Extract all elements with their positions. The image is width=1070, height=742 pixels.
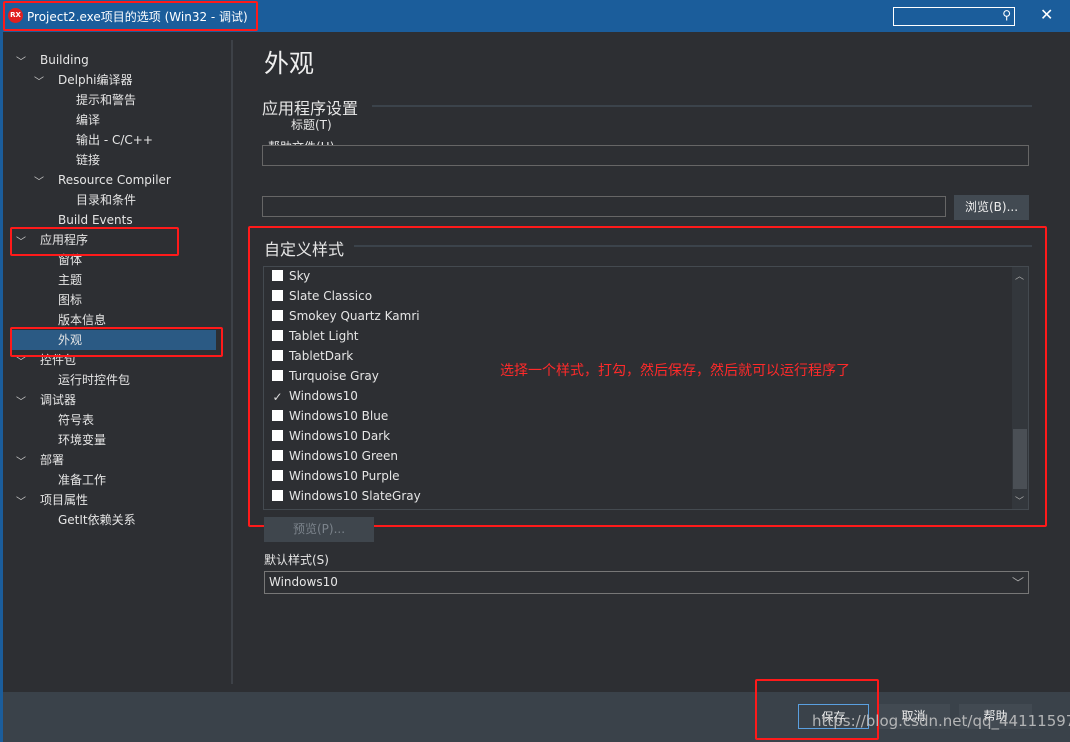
default-style-label: 默认样式(S) (264, 553, 329, 567)
tree-item[interactable]: Delphi编译器 (58, 70, 133, 90)
browse-button[interactable]: 浏览(B)... (954, 195, 1029, 220)
help-file-input[interactable] (262, 196, 946, 217)
chevron-down-icon[interactable]: ﹀ (16, 393, 26, 408)
highlight-appearance (10, 327, 223, 357)
chevron-down-icon[interactable]: ﹀ (34, 173, 44, 188)
default-style-value: Windows10 (269, 575, 338, 589)
tree-item[interactable]: Resource Compiler (58, 170, 171, 190)
title-input[interactable] (262, 145, 1029, 166)
tree-item[interactable]: 运行时控件包 (58, 370, 130, 390)
tree-item[interactable]: 主题 (58, 270, 82, 290)
highlight-app (10, 227, 179, 256)
page-title: 外观 (264, 49, 315, 78)
tree-item[interactable]: 调试器 (40, 390, 76, 410)
preview-button[interactable]: 预览(P)... (264, 517, 374, 542)
highlight-save (755, 679, 879, 740)
tree-item[interactable]: 输出 - C/C++ (76, 130, 153, 150)
tree-item[interactable]: 项目属性 (40, 490, 88, 510)
tree-item[interactable]: 环境变量 (58, 430, 106, 450)
tree-item[interactable]: 目录和条件 (76, 190, 136, 210)
tree-item[interactable]: 链接 (76, 150, 100, 170)
tree-item[interactable]: 符号表 (58, 410, 94, 430)
chevron-down-icon[interactable]: ﹀ (34, 73, 44, 88)
tree-item[interactable]: 图标 (58, 290, 82, 310)
search-icon: ⚲ (1002, 8, 1011, 22)
chevron-down-icon[interactable]: ﹀ (16, 453, 26, 468)
search-input[interactable]: ⚲ (893, 7, 1015, 26)
tree-item[interactable]: 编译 (76, 110, 100, 130)
splitter[interactable] (231, 40, 233, 684)
chevron-down-icon[interactable]: ﹀ (16, 53, 26, 68)
highlight-title (3, 1, 258, 31)
close-button[interactable]: ✕ (1040, 5, 1053, 24)
watermark: https://blog.csdn.net/qq_44111597 (812, 712, 1070, 730)
chevron-down-icon: ﹀ (1011, 576, 1024, 590)
divider (372, 105, 1032, 107)
tree-item[interactable]: Building (40, 50, 89, 70)
tree-item[interactable]: GetIt依赖关系 (58, 510, 136, 530)
default-style-select[interactable]: Windows10 ﹀ (264, 571, 1029, 594)
title-label: 标题(T) (291, 118, 332, 132)
highlight-styles (248, 226, 1047, 527)
window-border (0, 32, 3, 742)
tree-item[interactable]: 准备工作 (58, 470, 106, 490)
tree-item[interactable]: 部署 (40, 450, 64, 470)
chevron-down-icon[interactable]: ﹀ (16, 493, 26, 508)
tree-item[interactable]: 提示和警告 (76, 90, 136, 110)
